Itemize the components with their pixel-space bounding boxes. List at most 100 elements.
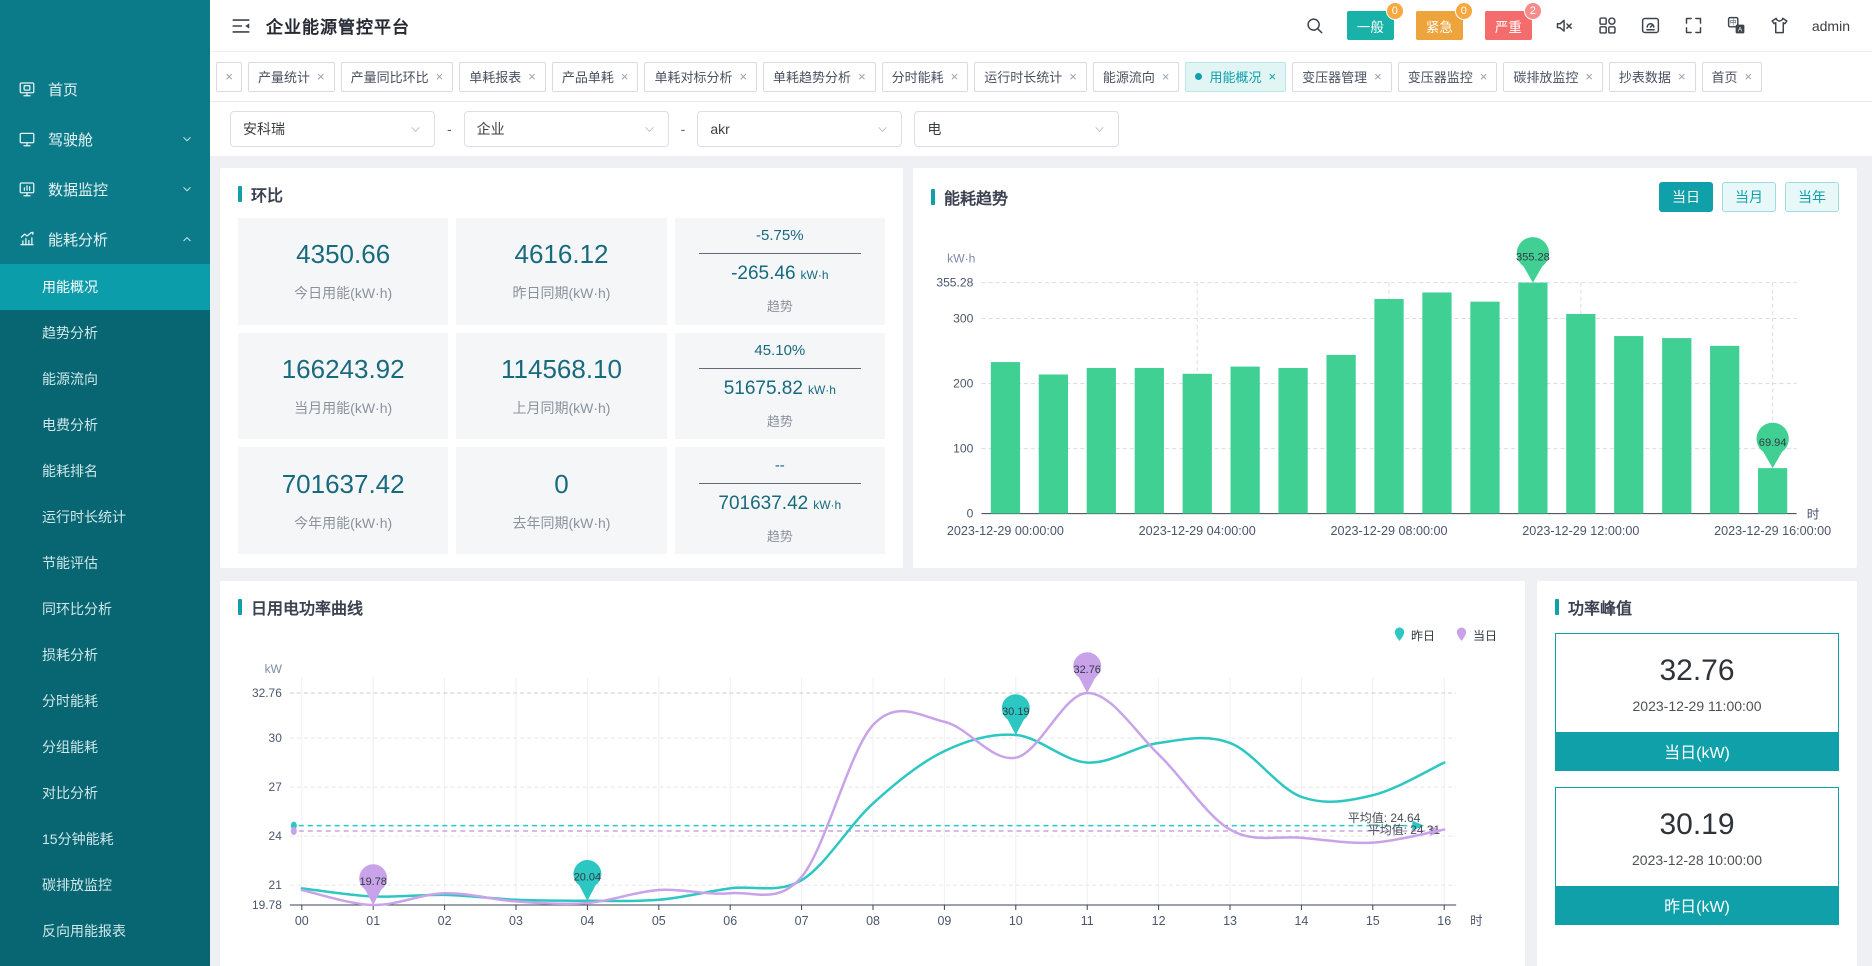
tab[interactable]: 单耗报表 × xyxy=(459,62,546,92)
svg-text:04: 04 xyxy=(580,914,594,928)
fullscreen-icon[interactable] xyxy=(1683,15,1704,36)
trend-divider xyxy=(699,253,861,254)
tab-close-icon[interactable]: × xyxy=(1374,70,1382,83)
menu-fold-icon[interactable] xyxy=(230,15,252,37)
filter-select[interactable]: akr xyxy=(697,111,902,147)
grid-icon[interactable] xyxy=(1597,15,1618,36)
tab-close-icon[interactable]: × xyxy=(1678,70,1686,83)
tab[interactable]: 产品单耗 × xyxy=(552,62,639,92)
tab[interactable]: 分时能耗 × xyxy=(882,62,969,92)
sidebar-subitem[interactable]: 分组能耗 xyxy=(0,724,210,770)
legend-item[interactable]: 当日 xyxy=(1455,627,1497,645)
chart-legend: 昨日 当日 xyxy=(1393,627,1497,645)
trend-percent: -- xyxy=(775,457,785,474)
sidebar-subitem-active[interactable]: 用能概况 xyxy=(0,264,210,310)
svg-text:2023-12-29 16:00:00: 2023-12-29 16:00:00 xyxy=(1714,524,1831,538)
sidebar-item[interactable]: 数据监控 xyxy=(0,164,210,214)
alarm-badge[interactable]: 一般 0 xyxy=(1347,11,1394,40)
filter-select[interactable]: 安科瑞 xyxy=(230,111,435,147)
sidebar-subitem[interactable]: 节能评估 xyxy=(0,540,210,586)
tab-close-icon[interactable]: × xyxy=(317,70,325,83)
period-button-inactive[interactable]: 当年 xyxy=(1785,182,1839,212)
peak-box: 30.19 2023-12-28 10:00:00 昨日(kW) xyxy=(1555,787,1839,925)
sidebar-subitem[interactable]: 对比分析 xyxy=(0,770,210,816)
trend-delta: 51675.82kW·h xyxy=(724,378,836,400)
tab-close-icon[interactable]: × xyxy=(1480,70,1488,83)
alarm-badge[interactable]: 严重 2 xyxy=(1485,11,1532,40)
tab[interactable]: 产量同比环比 × xyxy=(341,62,454,92)
trend-label: 趋势 xyxy=(767,526,793,545)
filter-bar: 安科瑞 - 企业 - akr 电 xyxy=(210,102,1872,156)
peak-label: 当日(kW) xyxy=(1556,732,1838,770)
tab-close-icon[interactable]: × xyxy=(436,70,444,83)
tab-close-icon[interactable]: × xyxy=(1585,70,1593,83)
sidebar-subitem[interactable]: 损耗分析 xyxy=(0,632,210,678)
select-value: akr xyxy=(710,121,729,137)
tab-label: 运行时长统计 xyxy=(984,67,1062,86)
tab-bar: × 产量统计 × 产量同比环比 × 单耗报表 × 产品单耗 × 单耗对标分析 ×… xyxy=(210,52,1872,102)
tab[interactable]: 变压器管理 × xyxy=(1292,62,1392,92)
alarm-badge[interactable]: 紧急 0 xyxy=(1416,11,1463,40)
bar-chart-svg: kW·h0100200300355.282023-12-29 00:00:002… xyxy=(931,216,1839,554)
tab[interactable]: 单耗对标分析 × xyxy=(644,62,757,92)
tab[interactable]: 首页 × xyxy=(1702,62,1763,92)
tab-close-icon[interactable]: × xyxy=(621,70,629,83)
sidebar-subitem[interactable]: 15分钟能耗 xyxy=(0,816,210,862)
sidebar-subitem[interactable]: 趋势分析 xyxy=(0,310,210,356)
chart-pin-marker: 19.78 xyxy=(359,864,387,905)
tab[interactable]: 产量统计 × xyxy=(248,62,335,92)
user-menu[interactable]: admin xyxy=(1812,18,1850,34)
sidebar-subitem[interactable]: 分时能耗 xyxy=(0,678,210,724)
tshirt-icon[interactable] xyxy=(1769,15,1790,36)
tab[interactable]: 碳排放监控 × xyxy=(1503,62,1603,92)
sidebar-subitem[interactable]: 同环比分析 xyxy=(0,586,210,632)
tab-close-icon[interactable]: × xyxy=(858,70,866,83)
sidebar-item[interactable]: 能耗分析 xyxy=(0,214,210,264)
tab-partial[interactable]: × xyxy=(216,62,242,92)
top-header: 企业能源管控平台 一般 0 紧急 0 严重 2 中Aadmin xyxy=(210,0,1872,52)
period-button-active[interactable]: 当日 xyxy=(1659,182,1713,212)
tab-active[interactable]: 用能概况 × xyxy=(1185,62,1286,92)
tab[interactable]: 能源流向 × xyxy=(1093,62,1180,92)
chevron-down-icon xyxy=(180,132,194,146)
svg-text:15: 15 xyxy=(1366,914,1380,928)
tab-close-icon[interactable]: × xyxy=(1069,70,1077,83)
tab-label: 变压器管理 xyxy=(1302,67,1367,86)
tab-close-icon[interactable]: × xyxy=(225,70,233,83)
filter-select[interactable]: 电 xyxy=(914,111,1119,147)
sidebar-subitem[interactable]: 电费分析 xyxy=(0,402,210,448)
sidebar-subitem[interactable]: 运行时长统计 xyxy=(0,494,210,540)
legend-item[interactable]: 昨日 xyxy=(1393,627,1435,645)
sidebar-subitem[interactable]: 能源流向 xyxy=(0,356,210,402)
sidebar-subitem[interactable]: 反向用能报表 xyxy=(0,908,210,954)
filter-select[interactable]: 企业 xyxy=(464,111,669,147)
panel-title-text: 环比 xyxy=(251,182,283,206)
stat-label: 今日用能(kW·h) xyxy=(294,283,392,303)
tab-close-icon[interactable]: × xyxy=(739,70,747,83)
content-area: 环比 4350.66 今日用能(kW·h) 4616.12 昨日同期(kW·h)… xyxy=(210,156,1872,966)
period-button-inactive[interactable]: 当月 xyxy=(1722,182,1776,212)
alarm-badge-label: 严重 xyxy=(1495,16,1522,36)
screen-gauge-icon[interactable] xyxy=(1640,15,1661,36)
tab-close-icon[interactable]: × xyxy=(1162,70,1170,83)
svg-text:2023-12-29 08:00:00: 2023-12-29 08:00:00 xyxy=(1330,524,1447,538)
sidebar-item[interactable]: 驾驶舱 xyxy=(0,114,210,164)
stat-card: 701637.42 今年用能(kW·h) xyxy=(238,447,448,554)
tab-close-icon[interactable]: × xyxy=(951,70,959,83)
tab[interactable]: 变压器监控 × xyxy=(1398,62,1498,92)
sidebar-subitem[interactable]: 能耗排名 xyxy=(0,448,210,494)
translate-icon[interactable]: 中A xyxy=(1726,15,1747,36)
tab-close-icon[interactable]: × xyxy=(1269,70,1277,83)
stat-label: 去年同期(kW·h) xyxy=(512,513,610,533)
search-icon[interactable] xyxy=(1304,15,1325,36)
svg-text:06: 06 xyxy=(723,914,737,928)
tab[interactable]: 运行时长统计 × xyxy=(974,62,1087,92)
sidebar-item[interactable]: 首页 xyxy=(0,64,210,114)
tab-close-icon[interactable]: × xyxy=(1745,70,1753,83)
tab-close-icon[interactable]: × xyxy=(528,70,536,83)
tab[interactable]: 单耗趋势分析 × xyxy=(763,62,876,92)
tab[interactable]: 抄表数据 × xyxy=(1609,62,1696,92)
chart-pin-marker: 69.94 xyxy=(1757,423,1789,469)
sidebar-subitem[interactable]: 碳排放监控 xyxy=(0,862,210,908)
speaker-muted-icon[interactable] xyxy=(1554,15,1575,36)
